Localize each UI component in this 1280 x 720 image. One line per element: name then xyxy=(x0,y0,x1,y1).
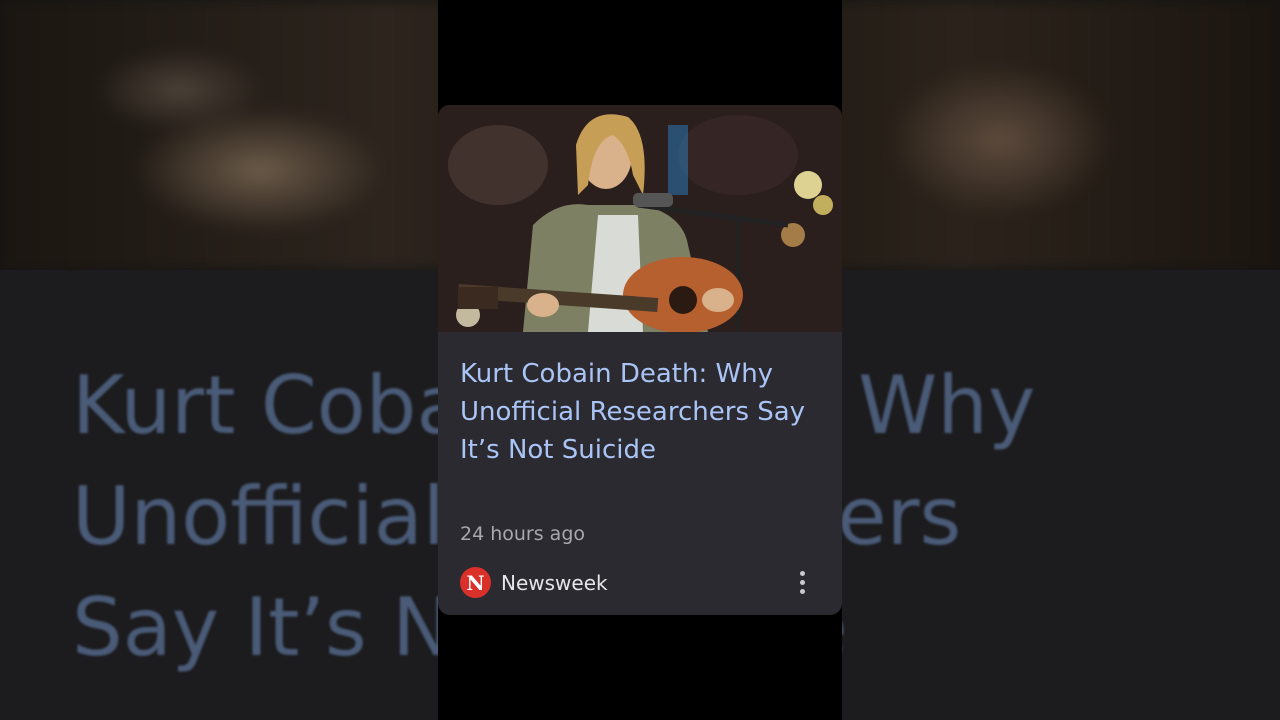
source-name[interactable]: Newsweek xyxy=(501,568,608,598)
more-vert-icon xyxy=(799,570,805,576)
news-card[interactable]: Kurt Cobain Death: Why Unofficial Resear… xyxy=(438,105,842,615)
article-title[interactable]: Kurt Cobain Death: Why Unofficial Resear… xyxy=(460,355,820,469)
more-options-button[interactable] xyxy=(788,565,816,599)
article-thumbnail[interactable] xyxy=(438,105,842,332)
newsweek-logo-icon: N xyxy=(460,567,491,598)
article-timestamp: 24 hours ago xyxy=(460,523,586,545)
article-photo xyxy=(438,105,842,332)
more-vert-icon xyxy=(799,579,805,585)
more-vert-icon xyxy=(799,588,805,594)
